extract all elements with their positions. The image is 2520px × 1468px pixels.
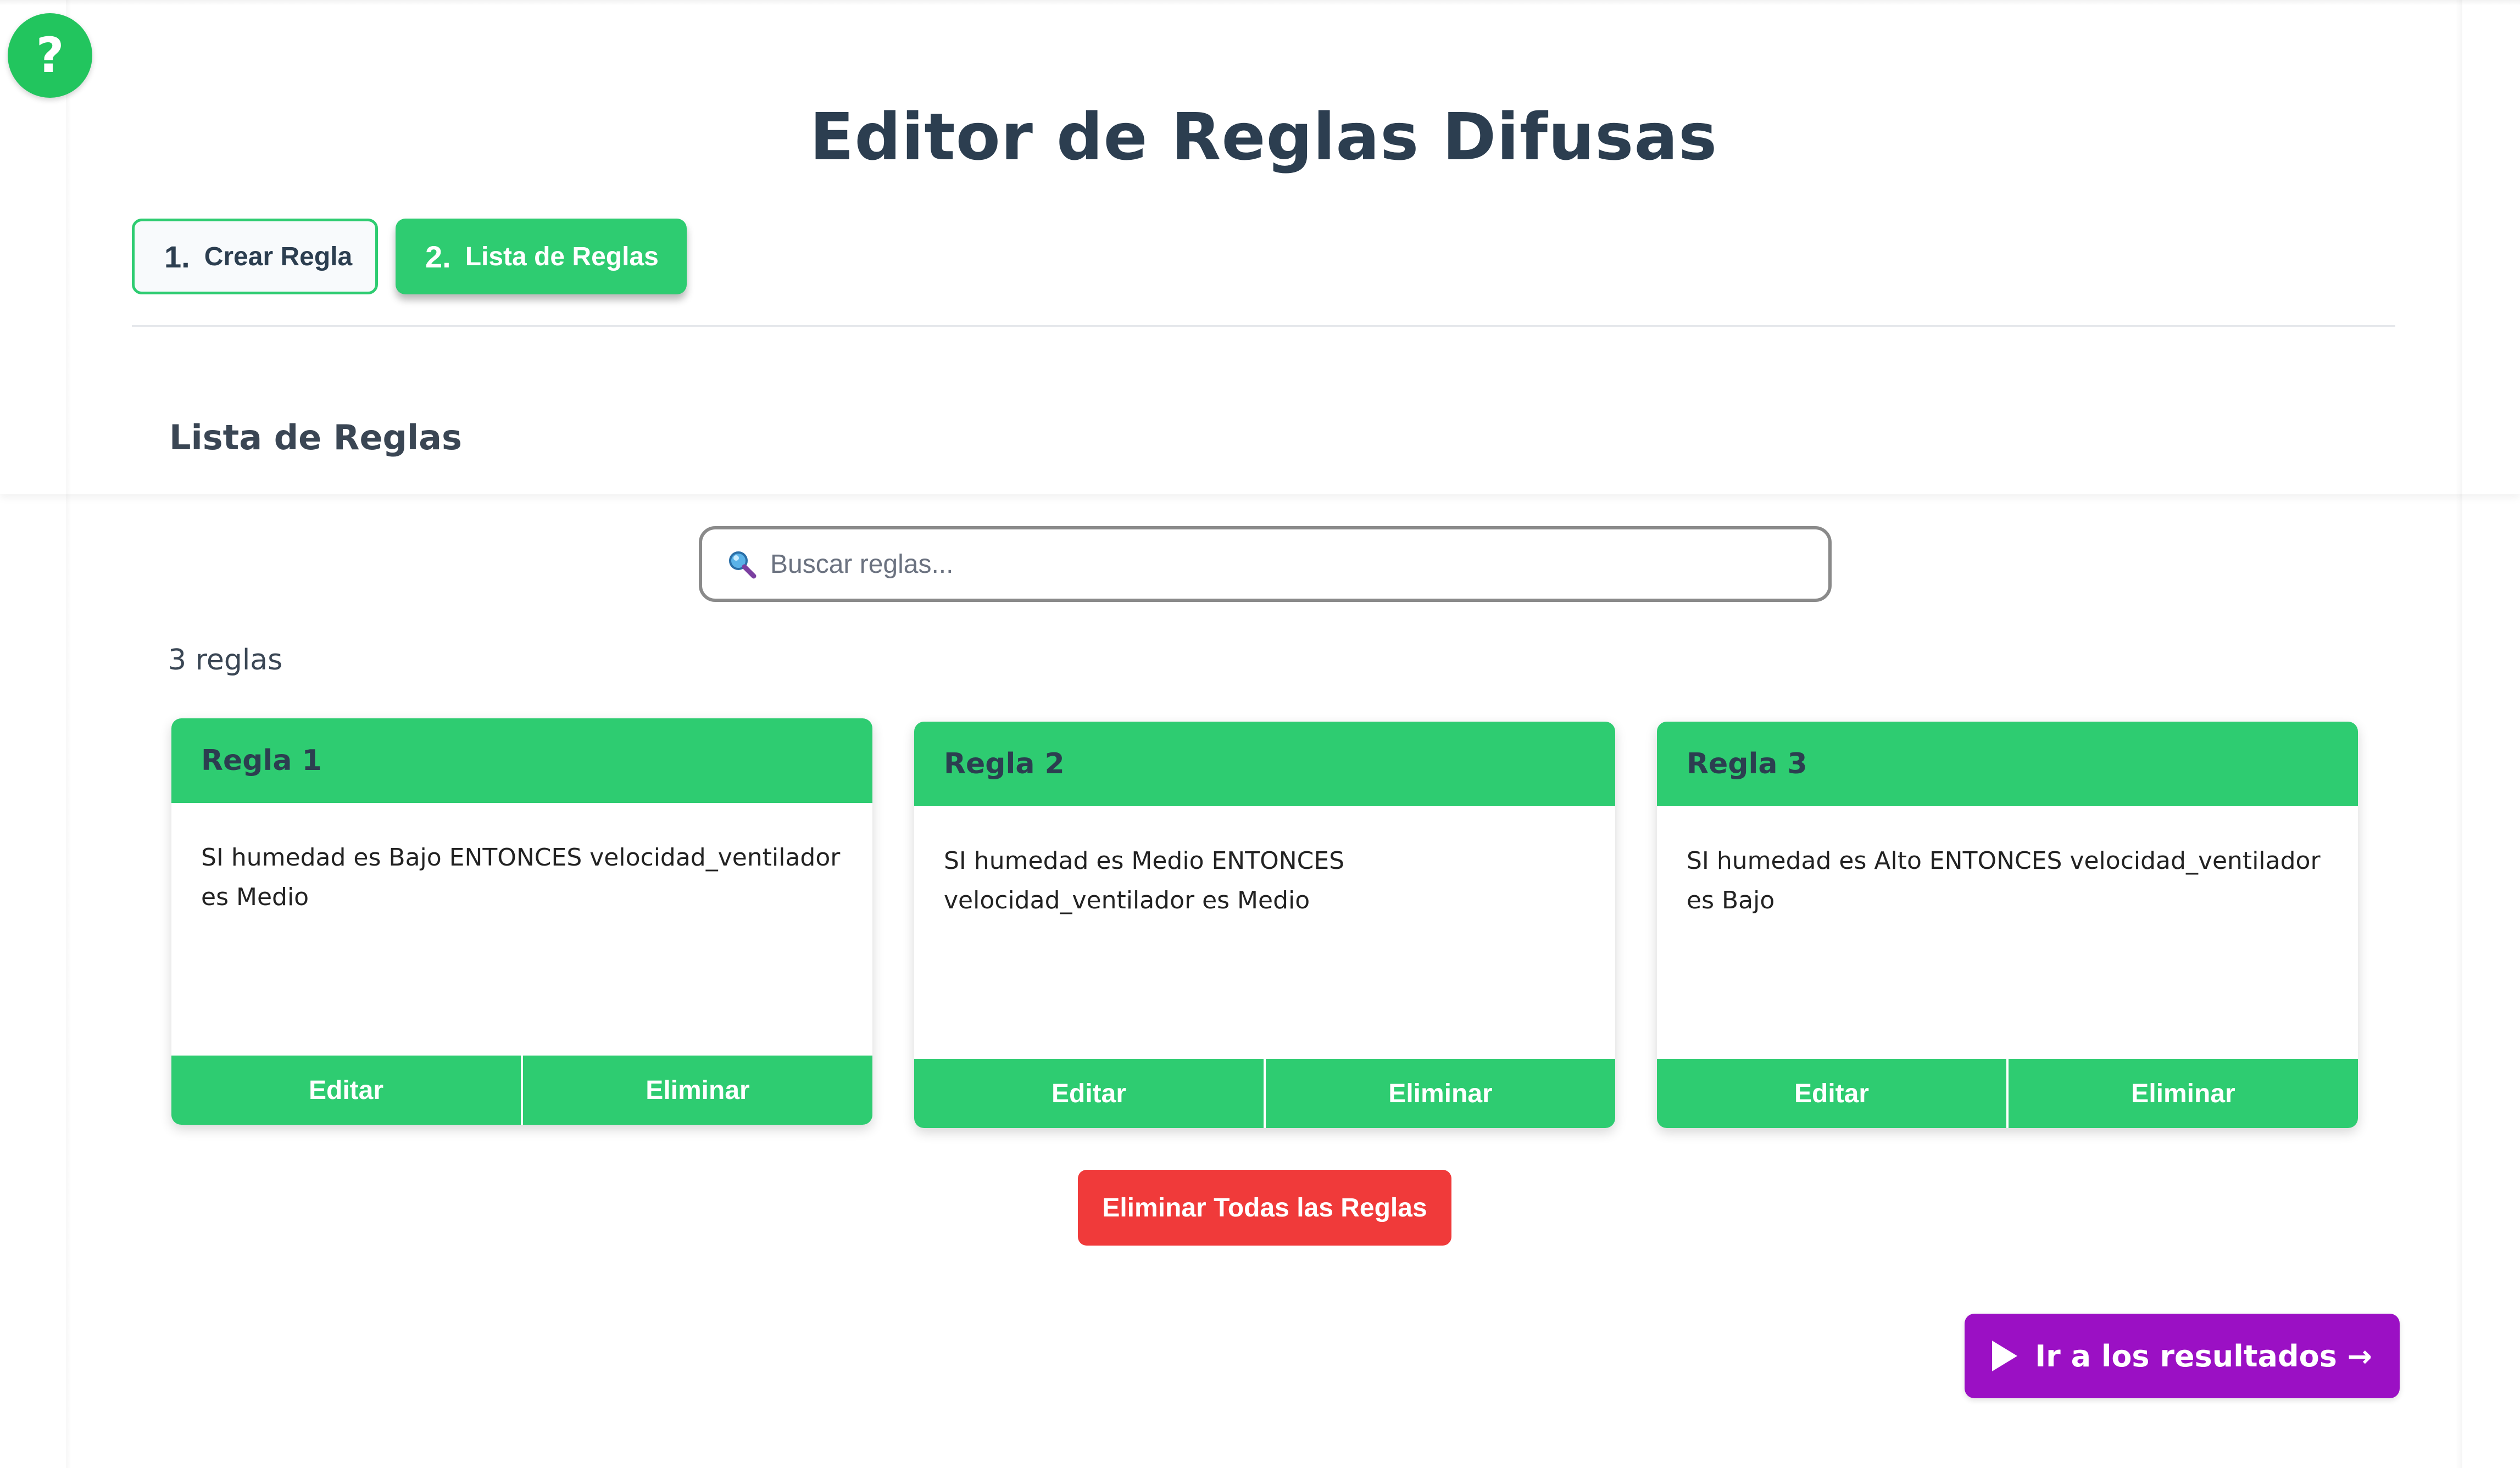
edit-rule-button[interactable]: Editar [1657,1059,2006,1128]
tab-label: Lista de Reglas [465,242,659,271]
tab-label: Crear Regla [204,242,353,271]
rule-card: Regla 3 SI humedad es Alto ENTONCES velo… [1657,722,2358,1128]
rule-card-actions: Editar Eliminar [914,1059,1615,1128]
tabs-divider [132,325,2395,327]
help-icon: ? [36,27,64,83]
edit-rule-button[interactable]: Editar [171,1056,521,1125]
page: ? Editor de Reglas Difusas 1. Crear Regl… [0,0,2520,1468]
play-icon [1992,1341,2018,1371]
tab-crear-regla[interactable]: 1. Crear Regla [132,219,378,294]
delete-rule-button[interactable]: Eliminar [2009,1059,2358,1128]
section-title: Lista de Reglas [169,417,462,457]
edit-rule-button[interactable]: Editar [914,1059,1264,1128]
right-edge-shadow [2456,0,2462,1468]
rule-card-text: SI humedad es Bajo ENTONCES velocidad_ve… [201,844,841,911]
rule-card: Regla 2 SI humedad es Medio ENTONCES vel… [914,722,1615,1128]
search-icon [726,549,757,579]
tab-number: 1. [164,239,190,274]
rule-card-title: Regla 1 [171,718,872,803]
tab-number: 2. [425,239,451,274]
rule-card-text: SI humedad es Alto ENTONCES velocidad_ve… [1687,847,2321,914]
help-button[interactable]: ? [8,13,92,98]
page-title: Editor de Reglas Difusas [809,99,1718,175]
delete-rule-button[interactable]: Eliminar [523,1056,872,1125]
top-shadow [0,0,2520,5]
tab-lista-de-reglas[interactable]: 2. Lista de Reglas [396,219,687,294]
go-to-results-label: Ir a los resultados → [2035,1338,2372,1374]
go-to-results-button[interactable]: Ir a los resultados → [1965,1314,2400,1398]
left-edge-shadow [66,0,71,1468]
delete-rule-button[interactable]: Eliminar [1266,1059,1615,1128]
search-input[interactable] [770,549,1759,579]
rule-card-actions: Editar Eliminar [1657,1059,2358,1128]
delete-all-rules-button[interactable]: Eliminar Todas las Reglas [1078,1170,1451,1246]
rules-count: 3 reglas [168,644,283,677]
rule-card-actions: Editar Eliminar [171,1056,872,1125]
rule-card-title: Regla 2 [914,722,1615,806]
rule-card: Regla 1 SI humedad es Bajo ENTONCES velo… [171,718,872,1125]
rule-card-text: SI humedad es Medio ENTONCES velocidad_v… [944,847,1345,914]
search-box [699,526,1832,602]
rule-card-title: Regla 3 [1657,722,2358,806]
